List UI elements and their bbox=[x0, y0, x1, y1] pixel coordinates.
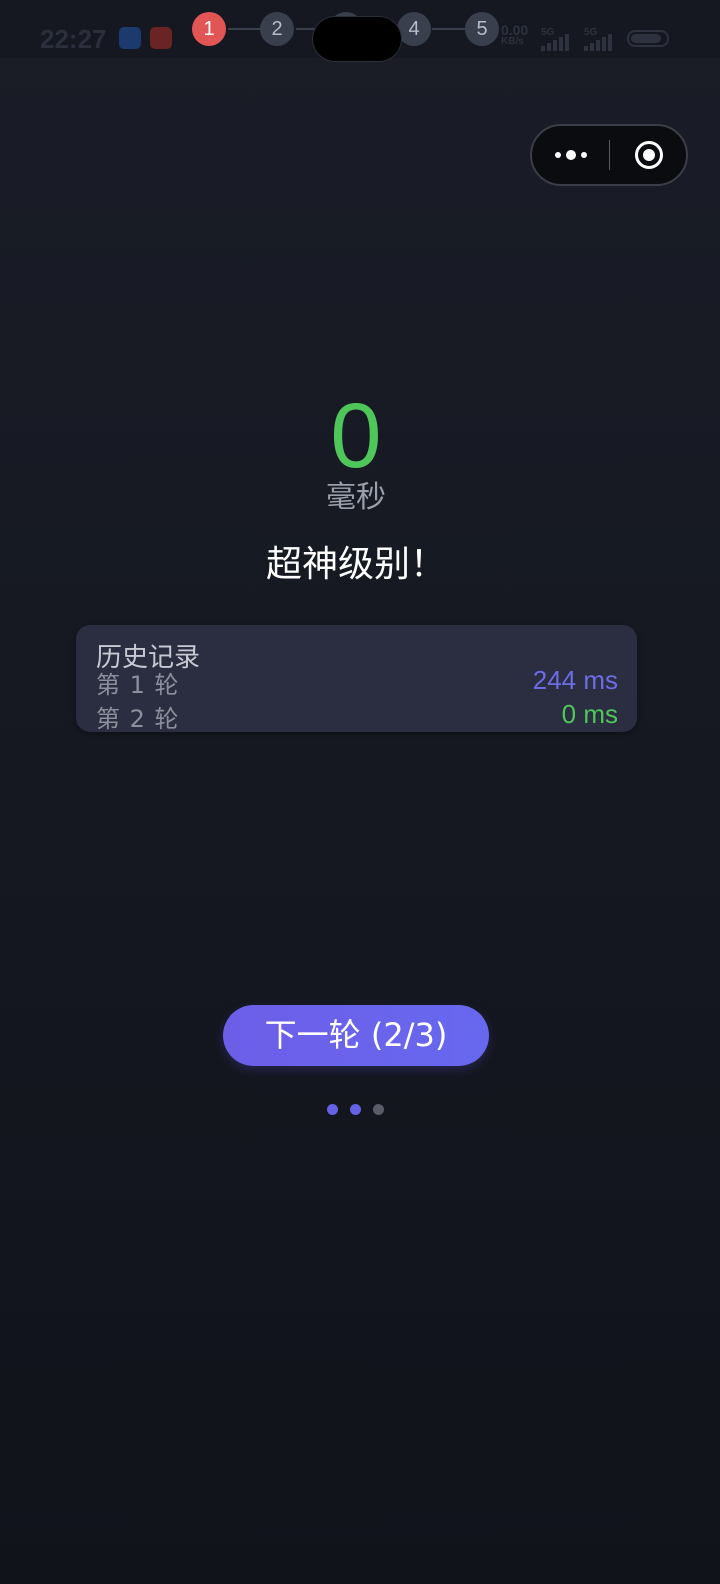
menu-capsule bbox=[530, 124, 688, 186]
reaction-time-unit: 毫秒 bbox=[326, 480, 386, 515]
history-round-label: 第 2 轮 bbox=[96, 705, 180, 733]
history-card: 历史记录 第 1 轮 244 ms 第 2 轮 0 ms bbox=[76, 625, 637, 733]
rank-label: 超神级别！ bbox=[265, 544, 446, 585]
next-round-button[interactable]: 下一轮 (2/3) bbox=[223, 1005, 489, 1066]
history-round-value: 0 ms bbox=[561, 699, 618, 729]
pager-dots bbox=[327, 1104, 384, 1115]
history-round-label: 第 1 轮 bbox=[96, 671, 180, 699]
step-4: 4 bbox=[397, 12, 431, 46]
history-row: 第 1 轮 244 ms bbox=[96, 665, 618, 699]
history-round-value: 244 ms bbox=[532, 665, 618, 695]
step-1: 1 bbox=[192, 12, 226, 46]
step-2: 2 bbox=[260, 12, 294, 46]
target-circle-icon[interactable] bbox=[610, 126, 688, 184]
more-dots-icon[interactable] bbox=[532, 126, 610, 184]
history-row: 第 2 轮 0 ms bbox=[96, 699, 618, 733]
pager-dot bbox=[373, 1104, 384, 1115]
pager-dot bbox=[350, 1104, 361, 1115]
step-5: 5 bbox=[465, 12, 499, 46]
camera-cutout bbox=[313, 17, 401, 61]
app-screen: 22:27 0.00 KB/s 5G 5G 1 2 3 4 5 bbox=[0, 0, 720, 1584]
pager-dot bbox=[327, 1104, 338, 1115]
